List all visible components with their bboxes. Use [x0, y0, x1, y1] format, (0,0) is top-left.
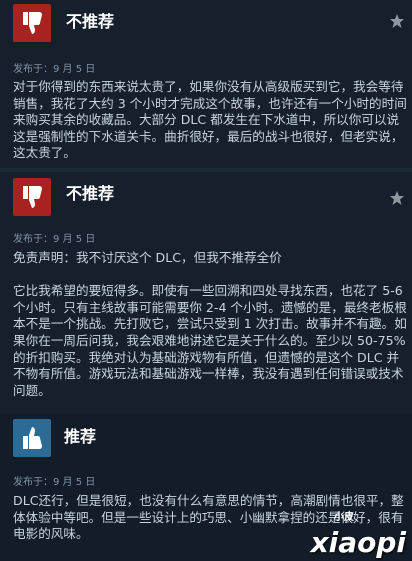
watermark-small: 小皮	[334, 512, 354, 523]
review-card: 不推荐 发布于：9 月 5 日 免责声明：我不讨厌这个 DLC，但我不推荐全价 …	[0, 172, 412, 413]
watermark-logo: xiaopi	[310, 526, 406, 559]
review-body: 免责声明：我不讨厌这个 DLC，但我不推荐全价 它比我希望的要短得多。即使有一些…	[13, 250, 407, 398]
star-icon[interactable]	[389, 13, 405, 29]
star-icon[interactable]	[389, 190, 405, 206]
review-date: 发布于：9 月 5 日	[13, 477, 96, 488]
thumbs-down-icon	[13, 178, 51, 216]
thumbs-down-icon	[13, 4, 51, 42]
review-body: 对于你得到的东西来说太贵了，如果你没有从高级版买到它，我会等待销售，我花了大约 …	[13, 79, 407, 161]
review-verdict: 推荐	[64, 427, 97, 446]
review-card: 不推荐 发布于：9 月 5 日 对于你得到的东西来说太贵了，如果你没有从高级版买…	[0, 0, 412, 168]
review-verdict: 不推荐	[66, 12, 115, 31]
review-verdict: 不推荐	[66, 184, 115, 203]
review-date: 发布于：9 月 5 日	[13, 64, 96, 75]
thumbs-up-icon	[13, 419, 51, 457]
review-date: 发布于：9 月 5 日	[13, 234, 96, 245]
